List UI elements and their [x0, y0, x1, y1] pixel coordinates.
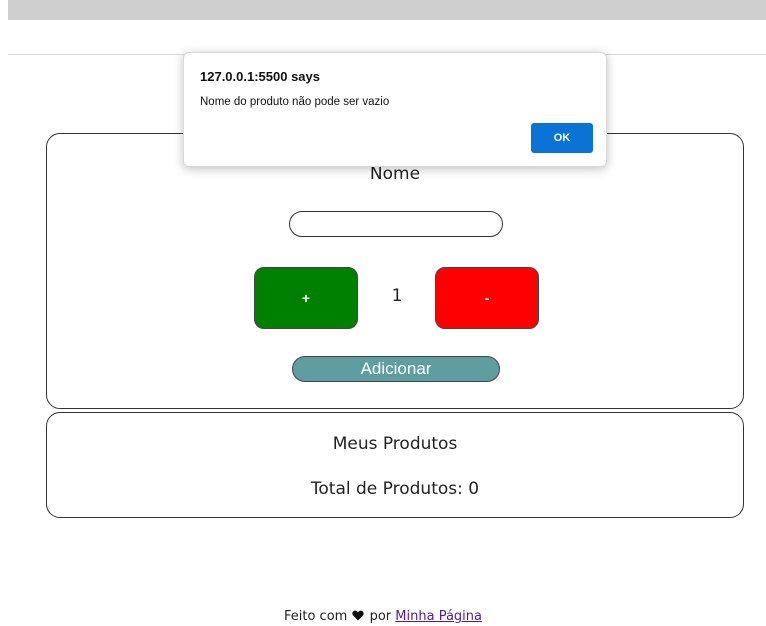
- heart-icon: [352, 610, 365, 621]
- product-form-card: Nome + 1 - Adicionar: [46, 133, 744, 409]
- products-title: Meus Produtos: [332, 434, 458, 454]
- footer-middle: por: [369, 609, 392, 624]
- dialog-ok-button[interactable]: OK: [531, 123, 593, 153]
- decrement-button[interactable]: -: [435, 267, 539, 329]
- dialog-title: 127.0.0.1:5500 says: [200, 69, 320, 84]
- footer-prefix: Feito com: [283, 609, 348, 624]
- footer: Feito com por Minha Página: [0, 609, 766, 624]
- quantity-value: 1: [391, 286, 403, 306]
- name-label: Nome: [369, 164, 421, 184]
- dialog-message: Nome do produto não pode ser vazio: [200, 96, 390, 108]
- browser-top-bar: [8, 0, 766, 20]
- increment-button[interactable]: +: [254, 267, 358, 329]
- product-name-input[interactable]: [289, 211, 503, 237]
- products-total: Total de Produtos: 0: [310, 479, 480, 499]
- footer-link[interactable]: Minha Página: [395, 609, 482, 624]
- products-card: Meus Produtos Total de Produtos: 0: [46, 412, 744, 518]
- add-product-button[interactable]: Adicionar: [292, 356, 500, 382]
- alert-dialog: 127.0.0.1:5500 says Nome do produto não …: [183, 52, 607, 167]
